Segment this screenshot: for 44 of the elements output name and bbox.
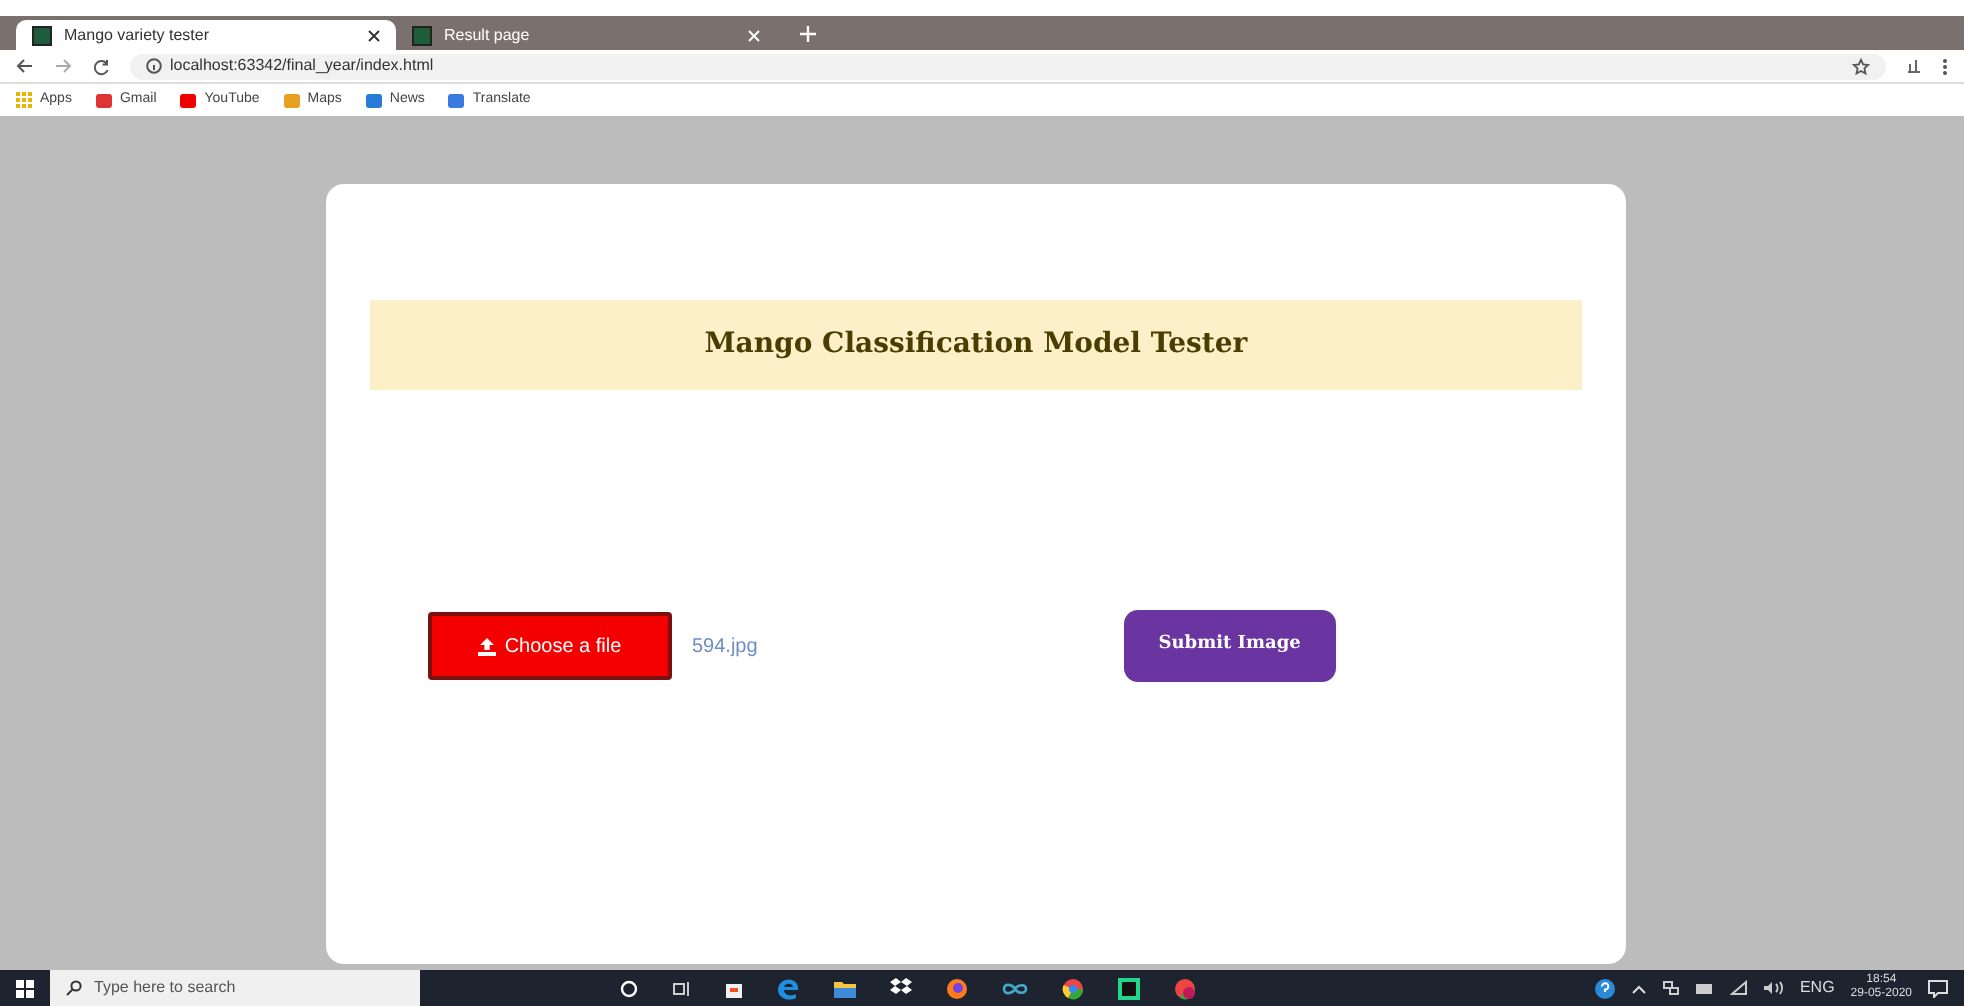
file-name: 594.jpg — [692, 633, 758, 661]
infinity-icon[interactable] — [1002, 981, 1028, 995]
bookmark-icon — [283, 93, 300, 107]
upload-icon — [478, 637, 497, 655]
chrome-icon[interactable] — [1174, 977, 1196, 999]
dropbox-icon[interactable] — [890, 978, 912, 998]
page-heading: Mango Classification Model Tester — [704, 326, 1248, 364]
browser-tab[interactable]: Result page — [396, 20, 776, 50]
bookmark-icon — [448, 93, 465, 107]
store-icon[interactable] — [724, 978, 744, 998]
windows-start-icon[interactable] — [16, 979, 34, 997]
apps-grid-icon — [16, 92, 32, 108]
chrome-icon[interactable] — [1062, 977, 1084, 999]
url-text: localhost:63342/final_year/index.html — [170, 54, 434, 78]
network-icon[interactable] — [1661, 980, 1680, 996]
bookmark-icon — [180, 93, 197, 107]
close-icon[interactable] — [368, 29, 380, 41]
chevron-up-icon[interactable] — [1631, 983, 1646, 993]
language-indicator[interactable]: ENG — [1799, 976, 1835, 1000]
choose-file-button[interactable]: Choose a file — [428, 612, 672, 680]
new-tab-icon[interactable] — [800, 26, 816, 42]
submit-button[interactable]: Submit Image — [1123, 610, 1336, 682]
reload-icon[interactable] — [92, 57, 110, 75]
edge-browser-icon[interactable] — [778, 977, 800, 999]
search-icon — [66, 980, 82, 996]
cortana-icon[interactable] — [620, 979, 638, 997]
taskbar-search-field[interactable]: Type here to search — [50, 970, 420, 1006]
star-icon[interactable] — [1852, 57, 1870, 75]
folder-icon[interactable] — [834, 979, 856, 997]
menu-icon[interactable] — [1942, 57, 1948, 75]
browser-tab[interactable]: Mango variety tester — [16, 20, 396, 50]
task-view-icon[interactable] — [672, 979, 690, 997]
wifi-icon[interactable] — [1729, 980, 1748, 996]
address-bar[interactable]: localhost:63342/final_year/index.html — [130, 53, 1886, 79]
help-icon[interactable] — [1593, 977, 1616, 999]
tab-title: Mango variety tester — [64, 23, 209, 47]
firefox-icon[interactable] — [946, 977, 968, 999]
info-icon — [146, 58, 162, 74]
bookmark-icon — [95, 93, 112, 107]
bookmark-icon — [365, 93, 382, 107]
volume-icon[interactable] — [1763, 980, 1784, 996]
notification-icon[interactable] — [1928, 979, 1948, 997]
back-icon[interactable] — [16, 58, 34, 74]
tab-title: Result page — [444, 23, 530, 47]
